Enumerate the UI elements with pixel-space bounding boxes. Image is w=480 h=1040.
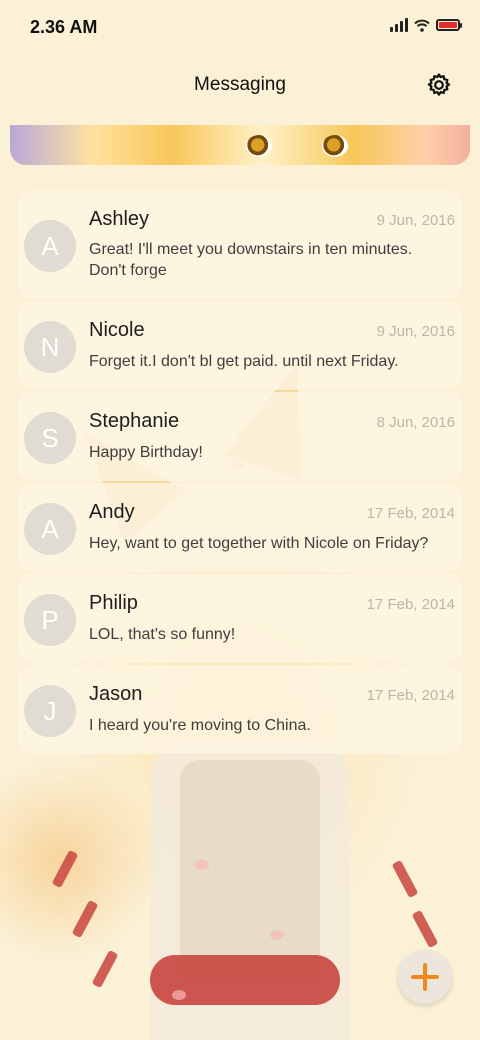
message-date: 17 Feb, 2014 (366, 687, 455, 704)
battery-level (439, 22, 457, 28)
battery-icon (436, 19, 462, 31)
wallpaper-petal (195, 860, 209, 870)
message-preview: Happy Birthday! (89, 444, 203, 461)
conversation-item[interactable]: P Philip 17 Feb, 2014 LOL, that's so fun… (18, 574, 462, 663)
header-banner-image (10, 125, 470, 165)
avatar: A (24, 220, 76, 272)
wallpaper-petal (172, 990, 186, 1000)
avatar: A (24, 503, 76, 555)
wallpaper-petal (270, 930, 284, 940)
conversation-list: A Ashley 9 Jun, 2016 Great! I'll meet yo… (18, 190, 462, 756)
conversation-item[interactable]: J Jason 17 Feb, 2014 I heard you're movi… (18, 665, 462, 754)
message-date: 9 Jun, 2016 (376, 323, 455, 340)
wallpaper-stripe (91, 949, 119, 989)
plus-icon (411, 963, 439, 991)
conversation-item[interactable]: A Andy 17 Feb, 2014 Hey, want to get tog… (18, 483, 462, 572)
status-icons (390, 18, 462, 32)
contact-name: Ashley (89, 208, 150, 230)
conversation-item[interactable]: N Nicole 9 Jun, 2016 Forget it.I don't b… (18, 301, 462, 390)
avatar: N (24, 321, 76, 373)
wallpaper-stripe (391, 859, 419, 899)
new-message-button[interactable] (398, 950, 452, 1004)
gear-icon (427, 73, 451, 96)
message-preview: I heard you're moving to China. (89, 717, 311, 734)
message-date: 9 Jun, 2016 (376, 212, 455, 229)
page-title: Messaging (194, 74, 286, 95)
status-bar: 2.36 AM (0, 0, 480, 54)
conversation-item[interactable]: S Stephanie 8 Jun, 2016 Happy Birthday! (18, 392, 462, 481)
message-date: 17 Feb, 2014 (366, 505, 455, 522)
settings-button[interactable] (422, 68, 456, 102)
avatar: S (24, 412, 76, 464)
contact-name: Jason (89, 683, 143, 705)
message-date: 8 Jun, 2016 (376, 414, 455, 431)
banner-art (322, 135, 348, 157)
message-preview: Forget it.I don't bl get paid. until nex… (89, 353, 399, 370)
app-header: Messaging (0, 54, 480, 114)
message-date: 17 Feb, 2014 (366, 596, 455, 613)
avatar: J (24, 685, 76, 737)
contact-name: Philip (89, 592, 138, 614)
signal-icon (390, 18, 408, 32)
conversation-item[interactable]: A Ashley 9 Jun, 2016 Great! I'll meet yo… (18, 190, 462, 299)
contact-name: Andy (89, 501, 135, 523)
contact-name: Stephanie (89, 410, 180, 432)
contact-name: Nicole (89, 319, 145, 341)
avatar: P (24, 594, 76, 646)
wallpaper-stripe (411, 909, 439, 949)
wifi-icon (414, 19, 430, 32)
message-preview: LOL, that's so funny! (89, 626, 236, 643)
banner-art (246, 135, 272, 157)
wallpaper-apron (180, 760, 320, 980)
message-preview: Hey, want to get together with Nicole on… (89, 535, 429, 552)
status-time: 2.36 AM (30, 17, 98, 37)
message-preview: Great! I'll meet you downstairs in ten m… (89, 241, 413, 279)
